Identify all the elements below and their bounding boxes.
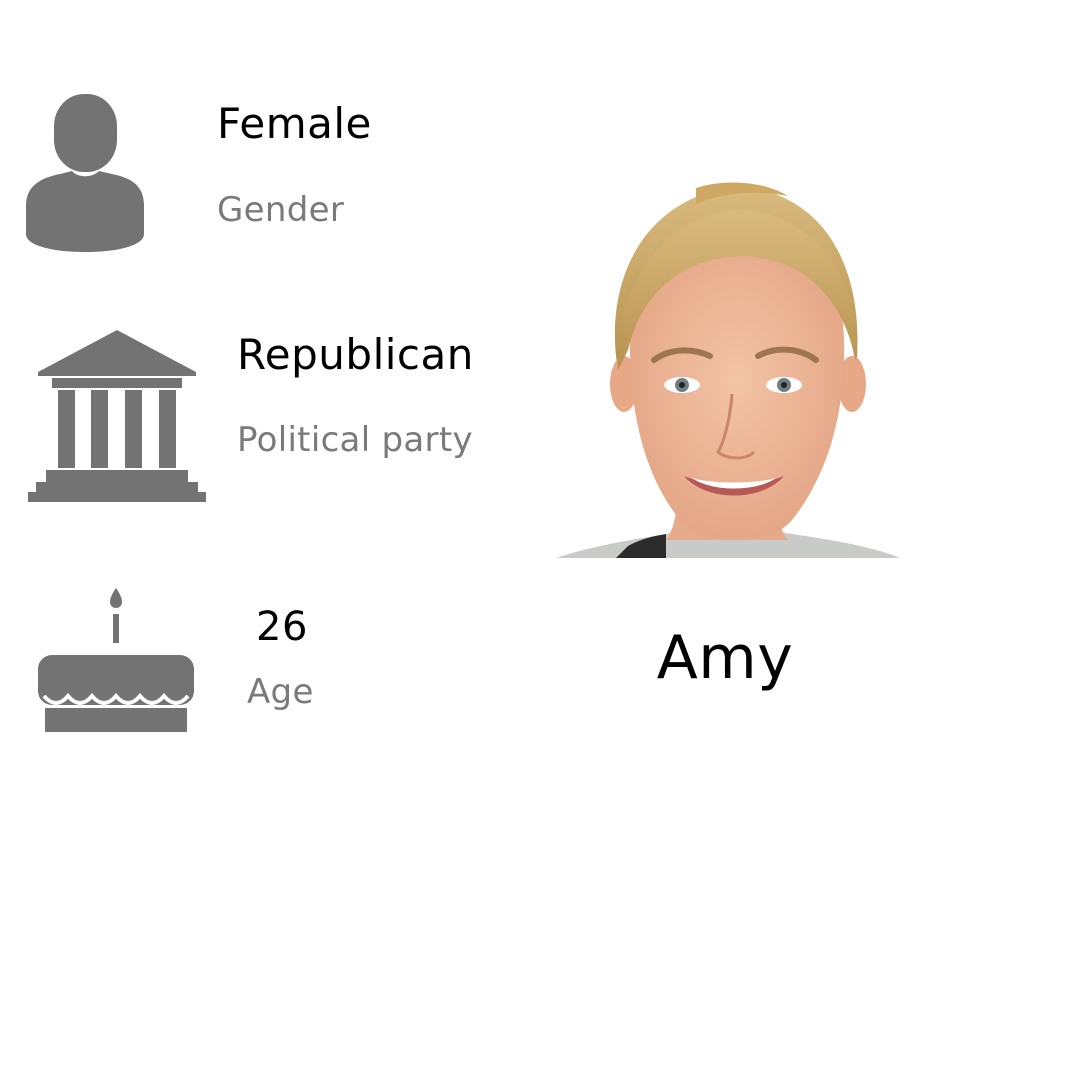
party-label: Political party [237,420,473,460]
gender-label: Gender [217,190,345,230]
age-label: Age [247,672,314,712]
government-building-icon [28,330,206,502]
profile-name: Amy [656,623,794,693]
birthday-cake-icon [38,588,194,732]
person-silhouette-icon [26,94,144,252]
profile-photo [556,180,900,560]
age-value: 26 [256,604,308,650]
party-value: Republican [237,330,474,379]
gender-value: Female [217,99,372,148]
